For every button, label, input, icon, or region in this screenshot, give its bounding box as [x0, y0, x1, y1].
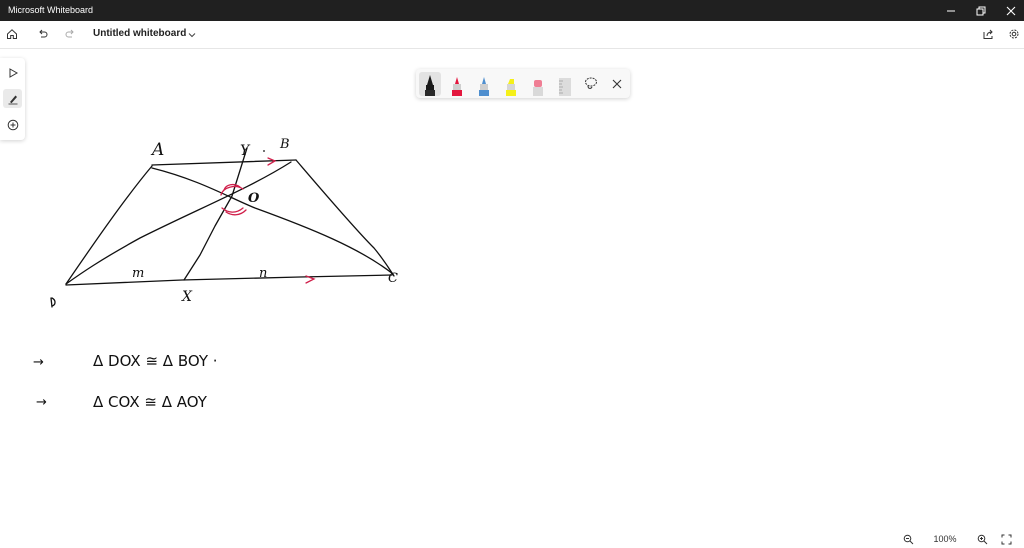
redo-icon: [65, 29, 74, 38]
label-x: X: [181, 289, 193, 305]
app-header: Untitled whiteboard: [0, 21, 1024, 49]
undo-icon: [39, 29, 48, 38]
note-1-text: Δ DOX ≅ Δ BOY ·: [93, 352, 218, 370]
whiteboard-canvas[interactable]: A Y B O X C m n → Δ DOX ≅ Δ BOY · → Δ CO…: [0, 48, 1024, 528]
zoom-in-button[interactable]: [974, 531, 990, 547]
segment-dc: [65, 274, 393, 286]
ink-dot: [263, 150, 265, 152]
close-window-button[interactable]: [996, 0, 1024, 21]
label-b: B: [279, 137, 290, 152]
redo-button[interactable]: [60, 24, 80, 44]
zoom-level[interactable]: 100%: [929, 534, 961, 544]
home-button[interactable]: [2, 24, 22, 44]
home-icon: [7, 29, 17, 39]
minimize-button[interactable]: [936, 0, 966, 21]
trapezoid-strokes: [50, 147, 395, 308]
share-button[interactable]: [978, 24, 998, 44]
zoom-out-icon: [903, 534, 913, 544]
share-icon: [983, 29, 993, 39]
gear-icon: [1009, 29, 1019, 39]
label-c: C: [388, 271, 398, 286]
undo-button[interactable]: [33, 24, 53, 44]
note-2-text: Δ COX ≅ Δ AOY: [93, 393, 208, 411]
zoom-bar: 100%: [894, 528, 1024, 548]
d-tick: [50, 297, 56, 308]
note-2-arrow: →: [36, 395, 47, 410]
chevron-down-icon[interactable]: [187, 30, 197, 40]
label-n: n: [259, 266, 267, 281]
label-o: O: [248, 191, 260, 206]
board-title[interactable]: Untitled whiteboard: [93, 28, 186, 39]
fit-screen-icon: [1001, 534, 1011, 544]
handwritten-notes: → Δ DOX ≅ Δ BOY · → Δ COX ≅ Δ AOY: [33, 352, 218, 411]
label-m: m: [132, 266, 144, 281]
segment-bc: [295, 159, 395, 277]
fit-to-screen-button[interactable]: [998, 531, 1014, 547]
minimize-icon: [947, 10, 955, 11]
zoom-out-button[interactable]: [900, 531, 916, 547]
label-a: A: [150, 140, 164, 160]
diagonal-ac: [151, 167, 394, 275]
red-annotations: [220, 157, 316, 284]
note-1-arrow: →: [33, 355, 44, 370]
diagonal-bd: [65, 161, 292, 285]
restore-icon: [976, 6, 986, 15]
close-icon: [1006, 6, 1016, 15]
zoom-in-icon: [977, 534, 987, 544]
settings-button[interactable]: [1004, 24, 1024, 44]
title-bar: Microsoft Whiteboard: [0, 0, 1024, 21]
restore-button[interactable]: [966, 0, 996, 21]
window-title: Microsoft Whiteboard: [8, 5, 94, 15]
ink-layer: A Y B O X C m n → Δ DOX ≅ Δ BOY · → Δ CO…: [33, 137, 398, 411]
label-y: Y: [240, 143, 251, 159]
